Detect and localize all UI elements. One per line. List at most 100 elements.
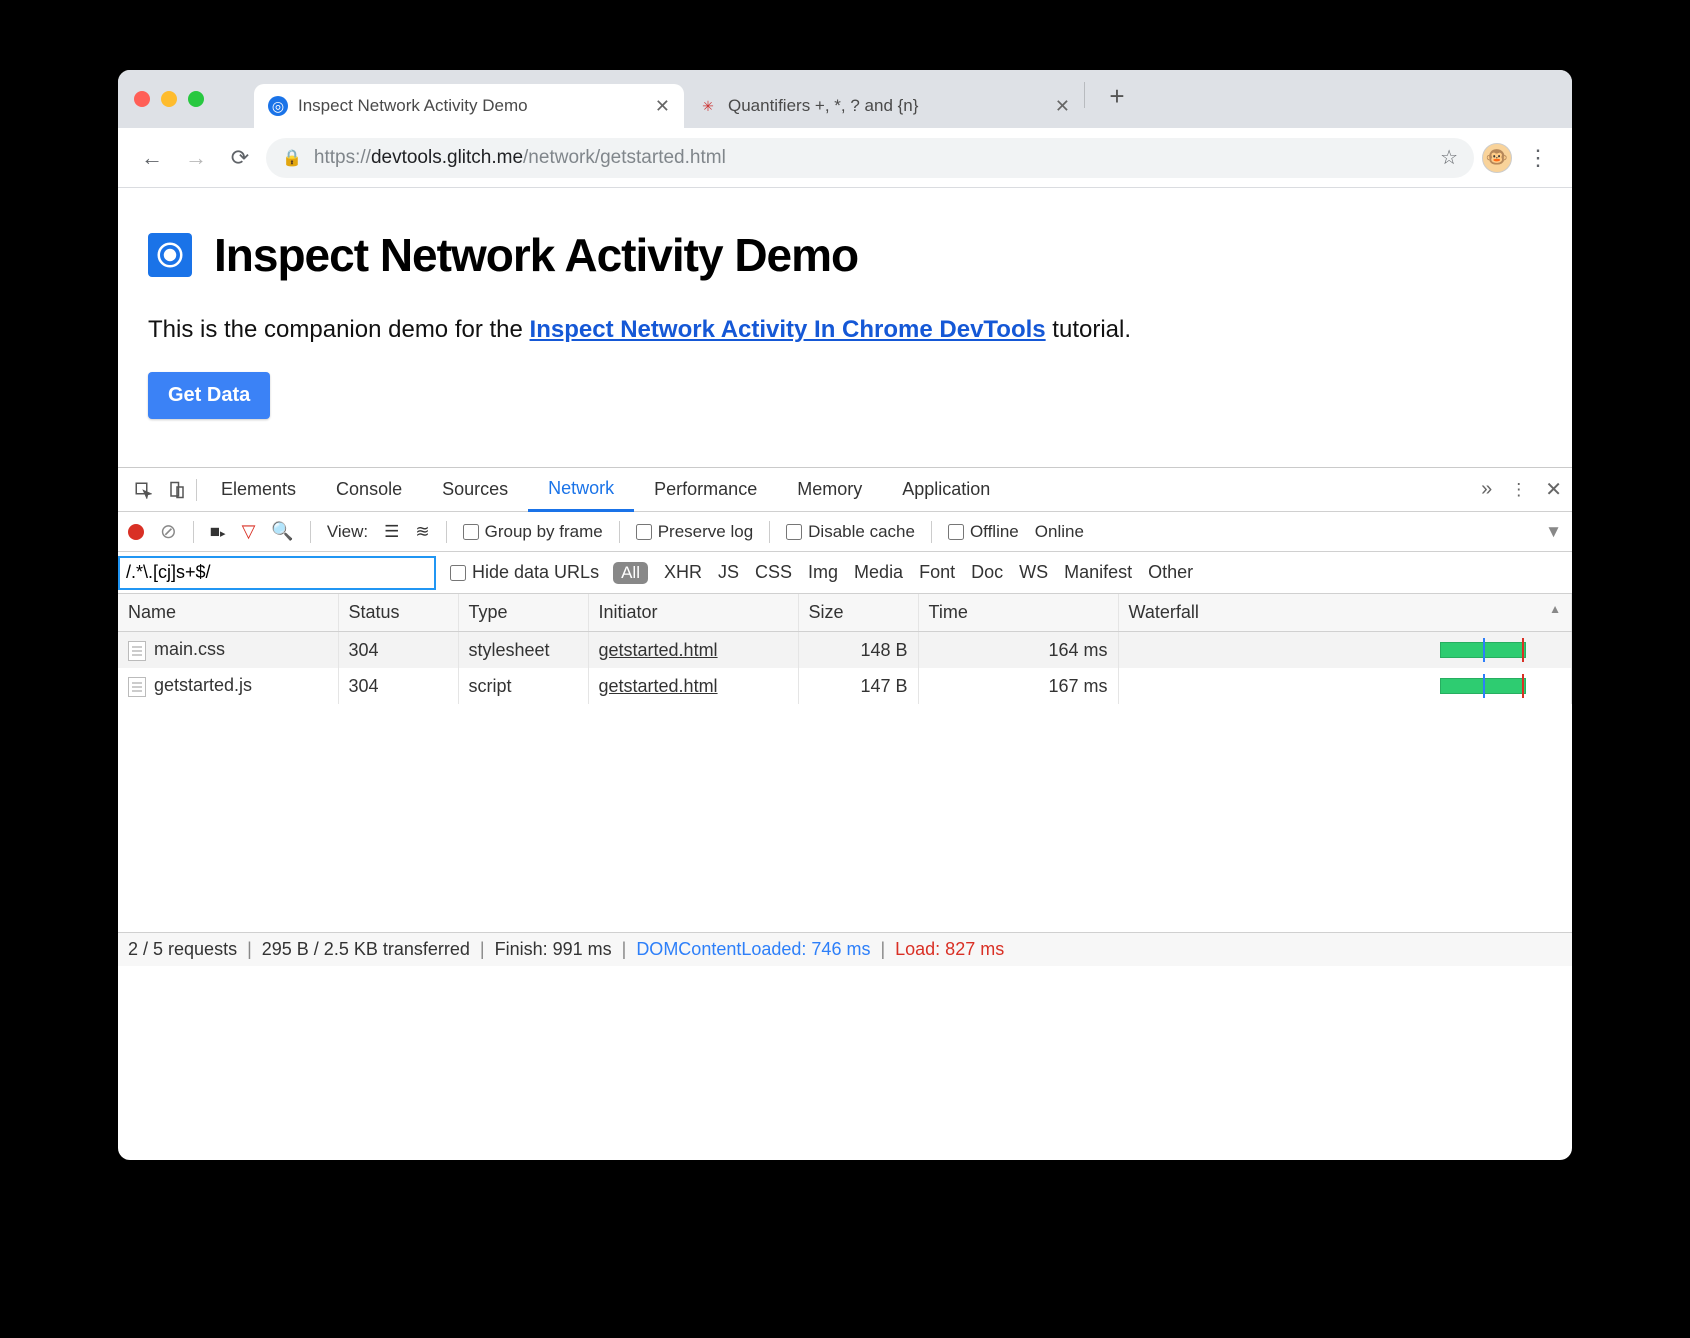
- devtools-tab-application[interactable]: Application: [882, 468, 1010, 512]
- devtools-overflow: » ⋮ ✕: [1481, 477, 1562, 502]
- devtools-tab-network[interactable]: Network: [528, 468, 634, 512]
- address-bar[interactable]: 🔒 https://devtools.glitch.me/network/get…: [266, 138, 1474, 178]
- overflow-chevron-icon[interactable]: »: [1481, 478, 1492, 501]
- cell-name: main.css: [154, 639, 225, 659]
- page-description: This is the companion demo for the Inspe…: [148, 316, 1542, 344]
- devtools-tab-memory[interactable]: Memory: [777, 468, 882, 512]
- filter-input[interactable]: [118, 556, 436, 590]
- filter-type-font[interactable]: Font: [919, 562, 955, 584]
- new-tab-button[interactable]: +: [1099, 81, 1135, 112]
- devtools-statusbar: 2 / 5 requests | 295 B / 2.5 KB transfer…: [118, 932, 1572, 966]
- dropdown-icon[interactable]: ▼: [1545, 522, 1562, 542]
- minimize-window-button[interactable]: [161, 91, 177, 107]
- cell-time: 167 ms: [918, 668, 1118, 704]
- view-label: View:: [327, 522, 368, 542]
- devtools-tab-console[interactable]: Console: [316, 468, 422, 512]
- column-initiator[interactable]: Initiator: [588, 594, 798, 632]
- column-size[interactable]: Size: [798, 594, 918, 632]
- clear-icon[interactable]: ⊘: [160, 519, 177, 544]
- url-path: /network/getstarted.html: [523, 147, 726, 168]
- file-icon: [128, 641, 146, 661]
- divider: [446, 521, 447, 543]
- network-table: NameStatusTypeInitiatorSizeTimeWaterfall: [118, 594, 1572, 632]
- initiator-link[interactable]: getstarted.html: [599, 676, 718, 696]
- close-window-button[interactable]: [134, 91, 150, 107]
- cell-type: stylesheet: [458, 632, 588, 668]
- get-data-button[interactable]: Get Data: [148, 372, 270, 419]
- page-content: Inspect Network Activity Demo This is th…: [118, 188, 1572, 439]
- record-button[interactable]: [128, 524, 144, 540]
- preserve-log-checkbox[interactable]: Preserve log: [636, 522, 753, 542]
- column-time[interactable]: Time: [918, 594, 1118, 632]
- network-toolbar: ⊘ ■▸ ▽ 🔍 View: ☰ ≋ Group by frame Preser…: [118, 512, 1572, 552]
- tab-divider: [1084, 82, 1085, 108]
- devtools-close-icon[interactable]: ✕: [1545, 477, 1562, 502]
- column-status[interactable]: Status: [338, 594, 458, 632]
- waterfall-cell: [1129, 638, 1562, 662]
- cell-time: 164 ms: [918, 632, 1118, 668]
- initiator-link[interactable]: getstarted.html: [599, 640, 718, 660]
- throttling-select[interactable]: Online: [1035, 522, 1084, 542]
- profile-avatar[interactable]: 🐵: [1482, 143, 1512, 173]
- tab-inactive[interactable]: ✳ Quantifiers +, *, ? and {n} ✕: [684, 84, 1084, 128]
- devtools-tab-sources[interactable]: Sources: [422, 468, 528, 512]
- filter-type-other[interactable]: Other: [1148, 562, 1193, 584]
- devtools-tab-elements[interactable]: Elements: [201, 468, 316, 512]
- filter-type-css[interactable]: CSS: [755, 562, 792, 584]
- tab-title: Inspect Network Activity Demo: [298, 96, 528, 116]
- tab-favicon: ✳: [698, 96, 718, 116]
- device-toggle-icon[interactable]: [162, 481, 192, 499]
- group-by-frame-checkbox[interactable]: Group by frame: [463, 522, 603, 542]
- disable-cache-checkbox[interactable]: Disable cache: [786, 522, 915, 542]
- close-tab-icon[interactable]: ✕: [1055, 96, 1070, 117]
- status-finish: Finish: 991 ms: [495, 939, 612, 960]
- devtools-tab-performance[interactable]: Performance: [634, 468, 777, 512]
- maximize-window-button[interactable]: [188, 91, 204, 107]
- network-filter-bar: Hide data URLs All XHR JS CSS Img Media Font Do…: [118, 552, 1572, 594]
- status-load: Load: 827 ms: [895, 939, 1004, 960]
- page-title: Inspect Network Activity Demo: [214, 228, 858, 282]
- filter-type-js[interactable]: JS: [718, 562, 739, 584]
- filter-icon[interactable]: ▽: [242, 521, 256, 542]
- hide-data-urls-checkbox[interactable]: Hide data URLs: [450, 562, 599, 583]
- large-rows-icon[interactable]: ☰: [384, 522, 399, 542]
- offline-checkbox[interactable]: Offline: [948, 522, 1019, 542]
- checkbox-label: Preserve log: [658, 522, 753, 542]
- devtools-menu-icon[interactable]: ⋮: [1510, 480, 1527, 500]
- search-icon[interactable]: 🔍: [271, 521, 293, 542]
- devtools-panel: ElementsConsoleSourcesNetworkPerformance…: [118, 467, 1572, 966]
- forward-button[interactable]: →: [178, 140, 214, 176]
- filter-type-xhr[interactable]: XHR: [664, 562, 702, 584]
- inspect-element-icon[interactable]: [128, 481, 158, 499]
- file-icon: [128, 677, 146, 697]
- tutorial-link[interactable]: Inspect Network Activity In Chrome DevTo…: [530, 316, 1046, 343]
- menu-button[interactable]: ⋮: [1520, 140, 1556, 176]
- status-dcl: DOMContentLoaded: 746 ms: [636, 939, 870, 960]
- filter-type-ws[interactable]: WS: [1019, 562, 1048, 584]
- column-type[interactable]: Type: [458, 594, 588, 632]
- waterfall-toggle-icon[interactable]: ≋: [415, 522, 429, 542]
- column-waterfall[interactable]: Waterfall: [1118, 594, 1572, 632]
- divider: [769, 521, 770, 543]
- filter-type-all[interactable]: All: [613, 562, 648, 584]
- screenshot-icon[interactable]: ■▸: [210, 522, 226, 542]
- star-icon[interactable]: ☆: [1440, 145, 1458, 170]
- table-row[interactable]: getstarted.js304scriptgetstarted.html147…: [118, 668, 1572, 704]
- checkbox-label: Offline: [970, 522, 1019, 542]
- filter-type-media[interactable]: Media: [854, 562, 903, 584]
- tab-active[interactable]: ◎ Inspect Network Activity Demo ✕: [254, 84, 684, 128]
- filter-type-img[interactable]: Img: [808, 562, 838, 584]
- checkbox-label: Disable cache: [808, 522, 915, 542]
- close-tab-icon[interactable]: ✕: [655, 96, 670, 117]
- cell-size: 148 B: [798, 632, 918, 668]
- tab-favicon: ◎: [268, 96, 288, 116]
- divider: [310, 521, 311, 543]
- table-row[interactable]: main.css304stylesheetgetstarted.html148 …: [118, 632, 1572, 668]
- browser-window: ◎ Inspect Network Activity Demo ✕ ✳ Quan…: [118, 70, 1572, 1160]
- back-button[interactable]: ←: [134, 140, 170, 176]
- filter-type-manifest[interactable]: Manifest: [1064, 562, 1132, 584]
- reload-button[interactable]: ⟳: [222, 140, 258, 176]
- window-controls: [134, 70, 204, 128]
- column-name[interactable]: Name: [118, 594, 338, 632]
- filter-type-doc[interactable]: Doc: [971, 562, 1003, 584]
